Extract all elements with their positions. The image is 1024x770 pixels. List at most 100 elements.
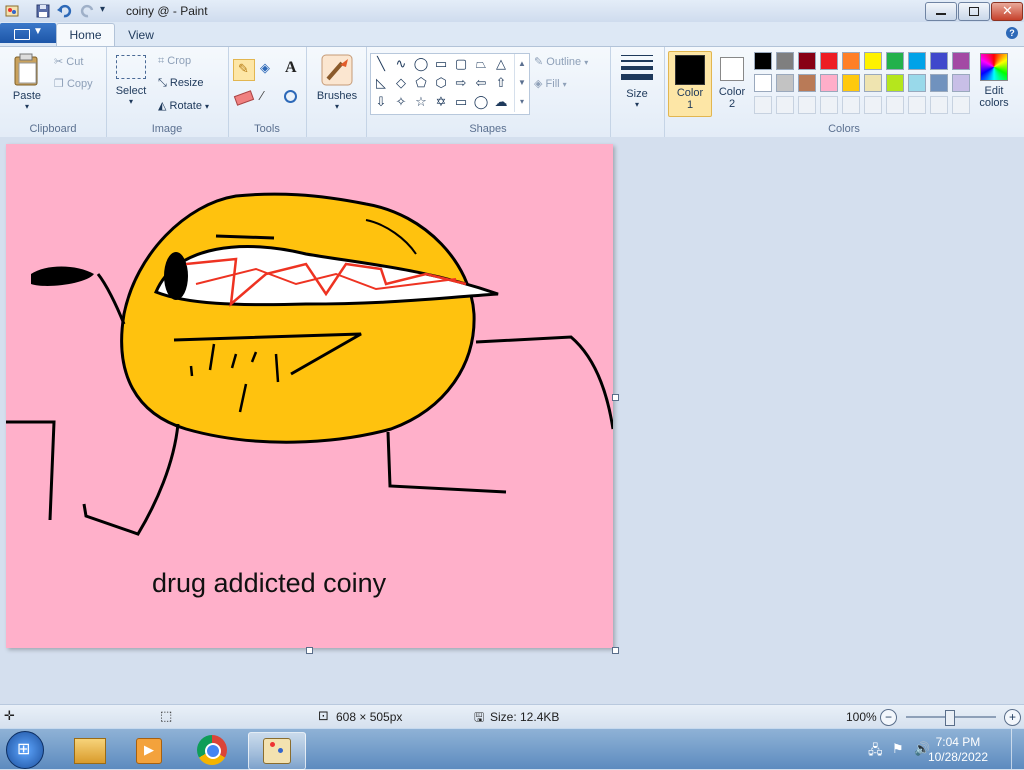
palette-swatch[interactable] bbox=[820, 52, 838, 70]
zoom-slider-thumb[interactable] bbox=[945, 710, 955, 726]
custom-color-slot[interactable] bbox=[930, 96, 948, 114]
copy-button[interactable]: ❐ Copy bbox=[54, 77, 93, 90]
curve-shape-icon[interactable]: ∿ bbox=[393, 56, 409, 72]
save-icon[interactable] bbox=[35, 3, 51, 19]
paint-taskbar-button[interactable] bbox=[248, 732, 306, 770]
palette-swatch[interactable] bbox=[754, 74, 772, 92]
help-icon[interactable]: ? bbox=[1006, 27, 1018, 39]
paint-menu-button[interactable]: ▼ bbox=[0, 23, 56, 43]
color2-button[interactable]: Color 2 bbox=[712, 51, 752, 115]
rect-callout-shape-icon[interactable]: ▭ bbox=[453, 94, 469, 110]
start-button[interactable]: ⊞ bbox=[6, 731, 44, 769]
paste-button[interactable]: Paste ▾ bbox=[8, 53, 46, 111]
five-point-star-shape-icon[interactable]: ☆ bbox=[413, 94, 429, 110]
canvas-workspace[interactable]: drug addicted coiny bbox=[0, 137, 1024, 704]
select-button[interactable]: Select ▾ bbox=[114, 55, 148, 106]
palette-swatch[interactable] bbox=[930, 52, 948, 70]
network-icon[interactable]: 🖧 bbox=[868, 741, 883, 763]
oval-callout-shape-icon[interactable]: ◯ bbox=[473, 94, 489, 110]
palette-swatch[interactable] bbox=[864, 52, 882, 70]
tab-home[interactable]: Home bbox=[56, 23, 115, 46]
polygon-shape-icon[interactable]: ⏢ bbox=[473, 56, 489, 72]
custom-color-slot[interactable] bbox=[886, 96, 904, 114]
clock[interactable]: 7:04 PM 10/28/2022 bbox=[928, 735, 988, 765]
pentagon-shape-icon[interactable]: ⬠ bbox=[413, 75, 429, 91]
fill-tool[interactable]: ◈ bbox=[257, 59, 277, 79]
custom-color-slot[interactable] bbox=[754, 96, 772, 114]
cloud-callout-shape-icon[interactable]: ☁ bbox=[493, 94, 509, 110]
chrome-taskbar-button[interactable] bbox=[188, 732, 234, 768]
media-player-taskbar-button[interactable]: ▶ bbox=[126, 732, 172, 768]
palette-swatch[interactable] bbox=[886, 52, 904, 70]
color-picker-tool[interactable]: ⁄ bbox=[257, 87, 277, 107]
restore-button[interactable] bbox=[958, 2, 990, 21]
triangle-shape-icon[interactable]: △ bbox=[493, 56, 509, 72]
close-button[interactable]: ✕ bbox=[991, 2, 1023, 21]
oval-shape-icon[interactable]: ◯ bbox=[413, 56, 429, 72]
custom-color-slot[interactable] bbox=[842, 96, 860, 114]
palette-swatch[interactable] bbox=[864, 74, 882, 92]
custom-color-slot[interactable] bbox=[776, 96, 794, 114]
left-arrow-shape-icon[interactable]: ⇦ bbox=[473, 75, 489, 91]
outline-button[interactable]: ✎ Outline ▾ bbox=[534, 55, 588, 68]
palette-swatch[interactable] bbox=[930, 74, 948, 92]
palette-swatch[interactable] bbox=[842, 52, 860, 70]
redo-icon[interactable] bbox=[80, 3, 96, 19]
six-point-star-shape-icon[interactable]: ✡ bbox=[433, 94, 449, 110]
brushes-button[interactable]: Brushes ▾ bbox=[312, 53, 362, 111]
hexagon-shape-icon[interactable]: ⬡ bbox=[433, 75, 449, 91]
palette-swatch[interactable] bbox=[776, 74, 794, 92]
size-button[interactable]: Size ▾ bbox=[618, 53, 656, 109]
resize-handle-bottom[interactable] bbox=[306, 647, 313, 654]
down-arrow-shape-icon[interactable]: ⇩ bbox=[373, 94, 389, 110]
pencil-tool[interactable]: ✎ bbox=[233, 59, 255, 81]
right-triangle-shape-icon[interactable]: ◺ bbox=[373, 75, 389, 91]
custom-color-slot[interactable] bbox=[908, 96, 926, 114]
custom-color-slot[interactable] bbox=[952, 96, 970, 114]
shapes-gallery[interactable]: ╲ ∿ ◯ ▭ ▢ ⏢ △ ◺ ◇ ⬠ ⬡ ⇨ ⇦ ⇧ ⇩ ✧ ☆ ✡ ▭ ◯ … bbox=[370, 53, 530, 115]
palette-swatch[interactable] bbox=[908, 74, 926, 92]
diamond-shape-icon[interactable]: ◇ bbox=[393, 75, 409, 91]
palette-swatch[interactable] bbox=[776, 52, 794, 70]
rounded-rectangle-shape-icon[interactable]: ▢ bbox=[453, 56, 469, 72]
right-arrow-shape-icon[interactable]: ⇨ bbox=[453, 75, 469, 91]
custom-color-slot[interactable] bbox=[820, 96, 838, 114]
palette-swatch[interactable] bbox=[820, 74, 838, 92]
drawing-canvas[interactable]: drug addicted coiny bbox=[6, 144, 613, 648]
rectangle-shape-icon[interactable]: ▭ bbox=[433, 56, 449, 72]
palette-swatch[interactable] bbox=[842, 74, 860, 92]
action-center-icon[interactable]: ⚑ bbox=[892, 741, 904, 757]
show-desktop-button[interactable] bbox=[1011, 729, 1024, 769]
magnifier-tool[interactable] bbox=[281, 87, 301, 107]
custom-color-slot[interactable] bbox=[798, 96, 816, 114]
text-tool[interactable]: A bbox=[281, 59, 301, 79]
undo-icon[interactable] bbox=[56, 3, 72, 19]
palette-swatch[interactable] bbox=[798, 52, 816, 70]
palette-swatch[interactable] bbox=[798, 74, 816, 92]
palette-swatch[interactable] bbox=[952, 52, 970, 70]
minimize-button[interactable] bbox=[925, 2, 957, 21]
edit-colors-button[interactable]: Edit colors bbox=[972, 53, 1016, 109]
eraser-tool[interactable] bbox=[233, 87, 255, 107]
fill-button[interactable]: ◈ Fill ▾ bbox=[534, 77, 567, 90]
rotate-button[interactable]: ◭ Rotate ▾ bbox=[158, 99, 209, 112]
custom-color-slot[interactable] bbox=[864, 96, 882, 114]
palette-swatch[interactable] bbox=[754, 52, 772, 70]
crop-button[interactable]: ⌗ Crop bbox=[158, 55, 191, 68]
resize-handle-corner[interactable] bbox=[612, 647, 619, 654]
paint-app-icon[interactable] bbox=[4, 3, 20, 19]
zoom-out-button[interactable]: − bbox=[880, 709, 897, 726]
tab-view[interactable]: View bbox=[118, 24, 164, 46]
up-arrow-shape-icon[interactable]: ⇧ bbox=[493, 75, 509, 91]
palette-swatch[interactable] bbox=[952, 74, 970, 92]
shapes-scroll[interactable]: ▲ ▼ ▾ bbox=[514, 54, 529, 112]
customize-quick-access-icon[interactable]: ▾ bbox=[100, 4, 116, 20]
resize-handle-right[interactable] bbox=[612, 394, 619, 401]
color1-button[interactable]: Color 1 bbox=[668, 51, 712, 117]
cut-button[interactable]: ✂ Cut bbox=[54, 55, 83, 68]
resize-button[interactable]: ⤡ Resize bbox=[158, 77, 204, 90]
palette-swatch[interactable] bbox=[886, 74, 904, 92]
line-shape-icon[interactable]: ╲ bbox=[373, 56, 389, 72]
zoom-in-button[interactable]: + bbox=[1004, 709, 1021, 726]
palette-swatch[interactable] bbox=[908, 52, 926, 70]
